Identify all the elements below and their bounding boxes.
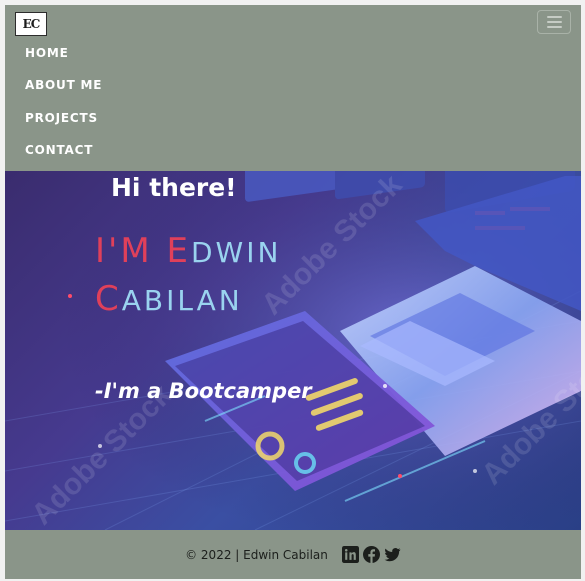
name-line2-first: C bbox=[95, 279, 122, 319]
hero-name-line2: CABILAN bbox=[95, 279, 243, 319]
social-links bbox=[341, 546, 401, 563]
toggler-bar bbox=[546, 21, 562, 23]
brand-logo[interactable]: EC bbox=[15, 12, 47, 36]
hero-name-line1: I'M EDWIN bbox=[95, 231, 281, 271]
twitter-icon[interactable] bbox=[384, 546, 401, 563]
toggler-bar bbox=[546, 26, 562, 28]
nav-item-home[interactable]: HOME bbox=[25, 43, 102, 75]
name-line1-rest: DWIN bbox=[191, 236, 282, 269]
hero-greeting: Hi there! bbox=[111, 173, 237, 202]
name-line1-first: I'M E bbox=[95, 231, 191, 271]
linkedin-icon[interactable] bbox=[341, 546, 359, 563]
footer-copyright: © 2022 | Edwin Cabilan bbox=[185, 547, 328, 562]
hero-section: Adobe Stock Adobe Stock Adobe Stock Hi t… bbox=[5, 171, 581, 530]
nav-item-contact[interactable]: CONTACT bbox=[25, 140, 102, 172]
footer: © 2022 | Edwin Cabilan bbox=[5, 530, 581, 579]
nav-item-about-me[interactable]: ABOUT ME bbox=[25, 75, 102, 107]
facebook-icon[interactable] bbox=[362, 546, 380, 563]
logo-text: EC bbox=[22, 17, 41, 31]
page-frame: EC HOME ABOUT ME PROJECTS CONTACT Adobe … bbox=[5, 5, 581, 579]
hero-text: Hi there! I'M EDWIN CABILAN -I'm a Bootc… bbox=[5, 171, 581, 530]
navbar: EC HOME ABOUT ME PROJECTS CONTACT bbox=[5, 5, 581, 171]
nav-item-projects[interactable]: PROJECTS bbox=[25, 108, 102, 140]
toggler-bar bbox=[546, 16, 562, 18]
hamburger-menu-icon[interactable] bbox=[537, 10, 571, 34]
name-line2-rest: ABILAN bbox=[121, 284, 243, 317]
hero-tagline: -I'm a Bootcamper bbox=[95, 379, 312, 403]
nav-menu: HOME ABOUT ME PROJECTS CONTACT bbox=[25, 43, 102, 172]
